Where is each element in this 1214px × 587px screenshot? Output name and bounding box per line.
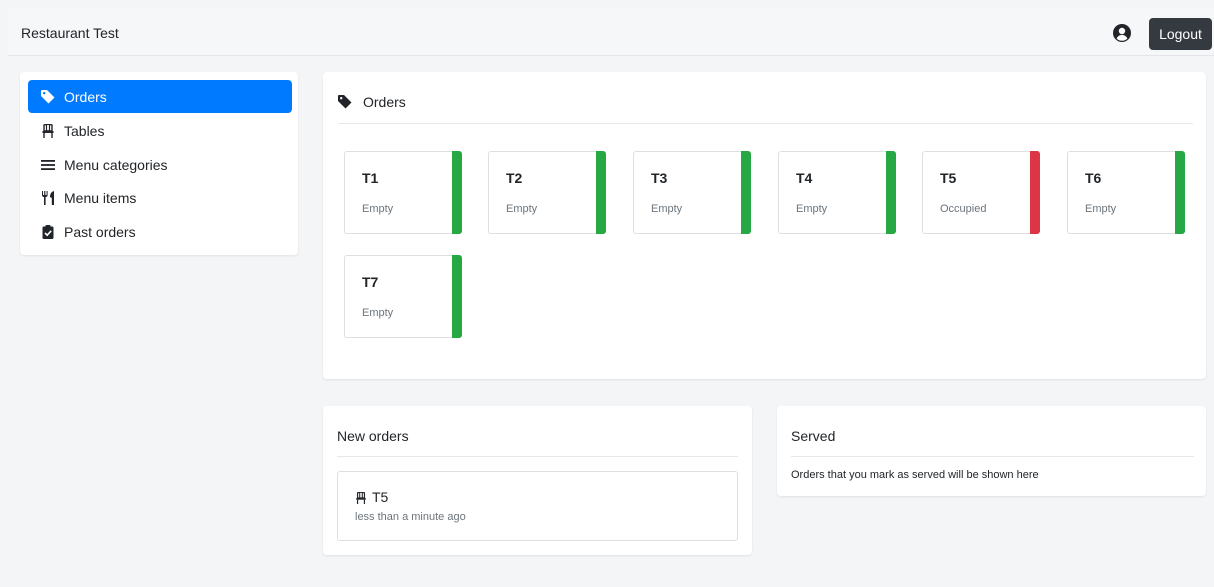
divider (791, 456, 1194, 457)
table-card-t3[interactable]: T3 Empty (633, 151, 751, 234)
user-circle-icon[interactable] (1113, 24, 1131, 42)
chair-icon (42, 124, 54, 138)
table-name: T7 (362, 274, 379, 290)
status-bar (452, 255, 462, 338)
table-card-t5[interactable]: T5 Occupied (922, 151, 1040, 234)
list-icon (41, 160, 55, 170)
clipboard-check-icon (42, 225, 54, 239)
new-orders-panel: New orders T5 less than a minute ago (323, 406, 752, 555)
order-timestamp: less than a minute ago (355, 511, 466, 523)
tag-icon (338, 95, 352, 109)
sidebar-item-orders[interactable]: Orders (28, 80, 292, 113)
served-title: Served (791, 428, 836, 444)
utensils-icon (42, 191, 54, 205)
divider (338, 123, 1193, 124)
status-bar (1175, 151, 1185, 234)
table-status: Empty (362, 203, 394, 215)
sidebar-item-label: Menu categories (64, 157, 168, 173)
sidebar-item-menu-items[interactable]: Menu items (28, 181, 292, 214)
sidebar-item-menu-categories[interactable]: Menu categories (28, 148, 292, 181)
order-table-name: T5 (372, 489, 389, 505)
sidebar: Orders Tables Menu categories Menu items (20, 72, 298, 255)
chair-icon (356, 492, 366, 504)
table-status: Empty (796, 203, 828, 215)
table-status: Empty (1085, 203, 1117, 215)
table-name: T1 (362, 170, 379, 186)
divider (337, 456, 738, 457)
table-card-t1[interactable]: T1 Empty (344, 151, 462, 234)
status-bar (886, 151, 896, 234)
table-status: Occupied (940, 203, 987, 215)
orders-panel: Orders T1 Empty T2 Empty T3 Empty T4 Emp… (323, 72, 1206, 379)
served-panel: Served Orders that you mark as served wi… (777, 406, 1206, 496)
new-order-item[interactable]: T5 less than a minute ago (337, 471, 738, 541)
table-card-t6[interactable]: T6 Empty (1067, 151, 1185, 234)
table-status: Empty (362, 307, 394, 319)
sidebar-item-tables[interactable]: Tables (28, 114, 292, 147)
status-bar (596, 151, 606, 234)
table-card-t4[interactable]: T4 Empty (778, 151, 896, 234)
table-card-t2[interactable]: T2 Empty (488, 151, 606, 234)
sidebar-item-label: Past orders (64, 224, 136, 240)
orders-title: Orders (363, 94, 406, 110)
table-name: T3 (651, 170, 668, 186)
table-status: Empty (506, 203, 538, 215)
table-name: T6 (1085, 170, 1102, 186)
sidebar-item-label: Orders (64, 89, 107, 105)
table-name: T5 (940, 170, 957, 186)
tag-icon (41, 90, 55, 104)
new-orders-title: New orders (337, 428, 409, 444)
served-empty-message: Orders that you mark as served will be s… (791, 469, 1039, 481)
table-card-t7[interactable]: T7 Empty (344, 255, 462, 338)
app-brand[interactable]: Restaurant Test (21, 25, 119, 41)
logout-button[interactable]: Logout (1149, 18, 1212, 50)
table-name: T4 (796, 170, 813, 186)
sidebar-item-label: Menu items (64, 190, 137, 206)
top-navbar: Restaurant Test Logout (8, 8, 1214, 56)
status-bar (741, 151, 751, 234)
status-bar (1030, 151, 1040, 234)
table-name: T2 (506, 170, 523, 186)
sidebar-item-label: Tables (64, 123, 105, 139)
table-status: Empty (651, 203, 683, 215)
sidebar-item-past-orders[interactable]: Past orders (28, 215, 292, 248)
status-bar (452, 151, 462, 234)
